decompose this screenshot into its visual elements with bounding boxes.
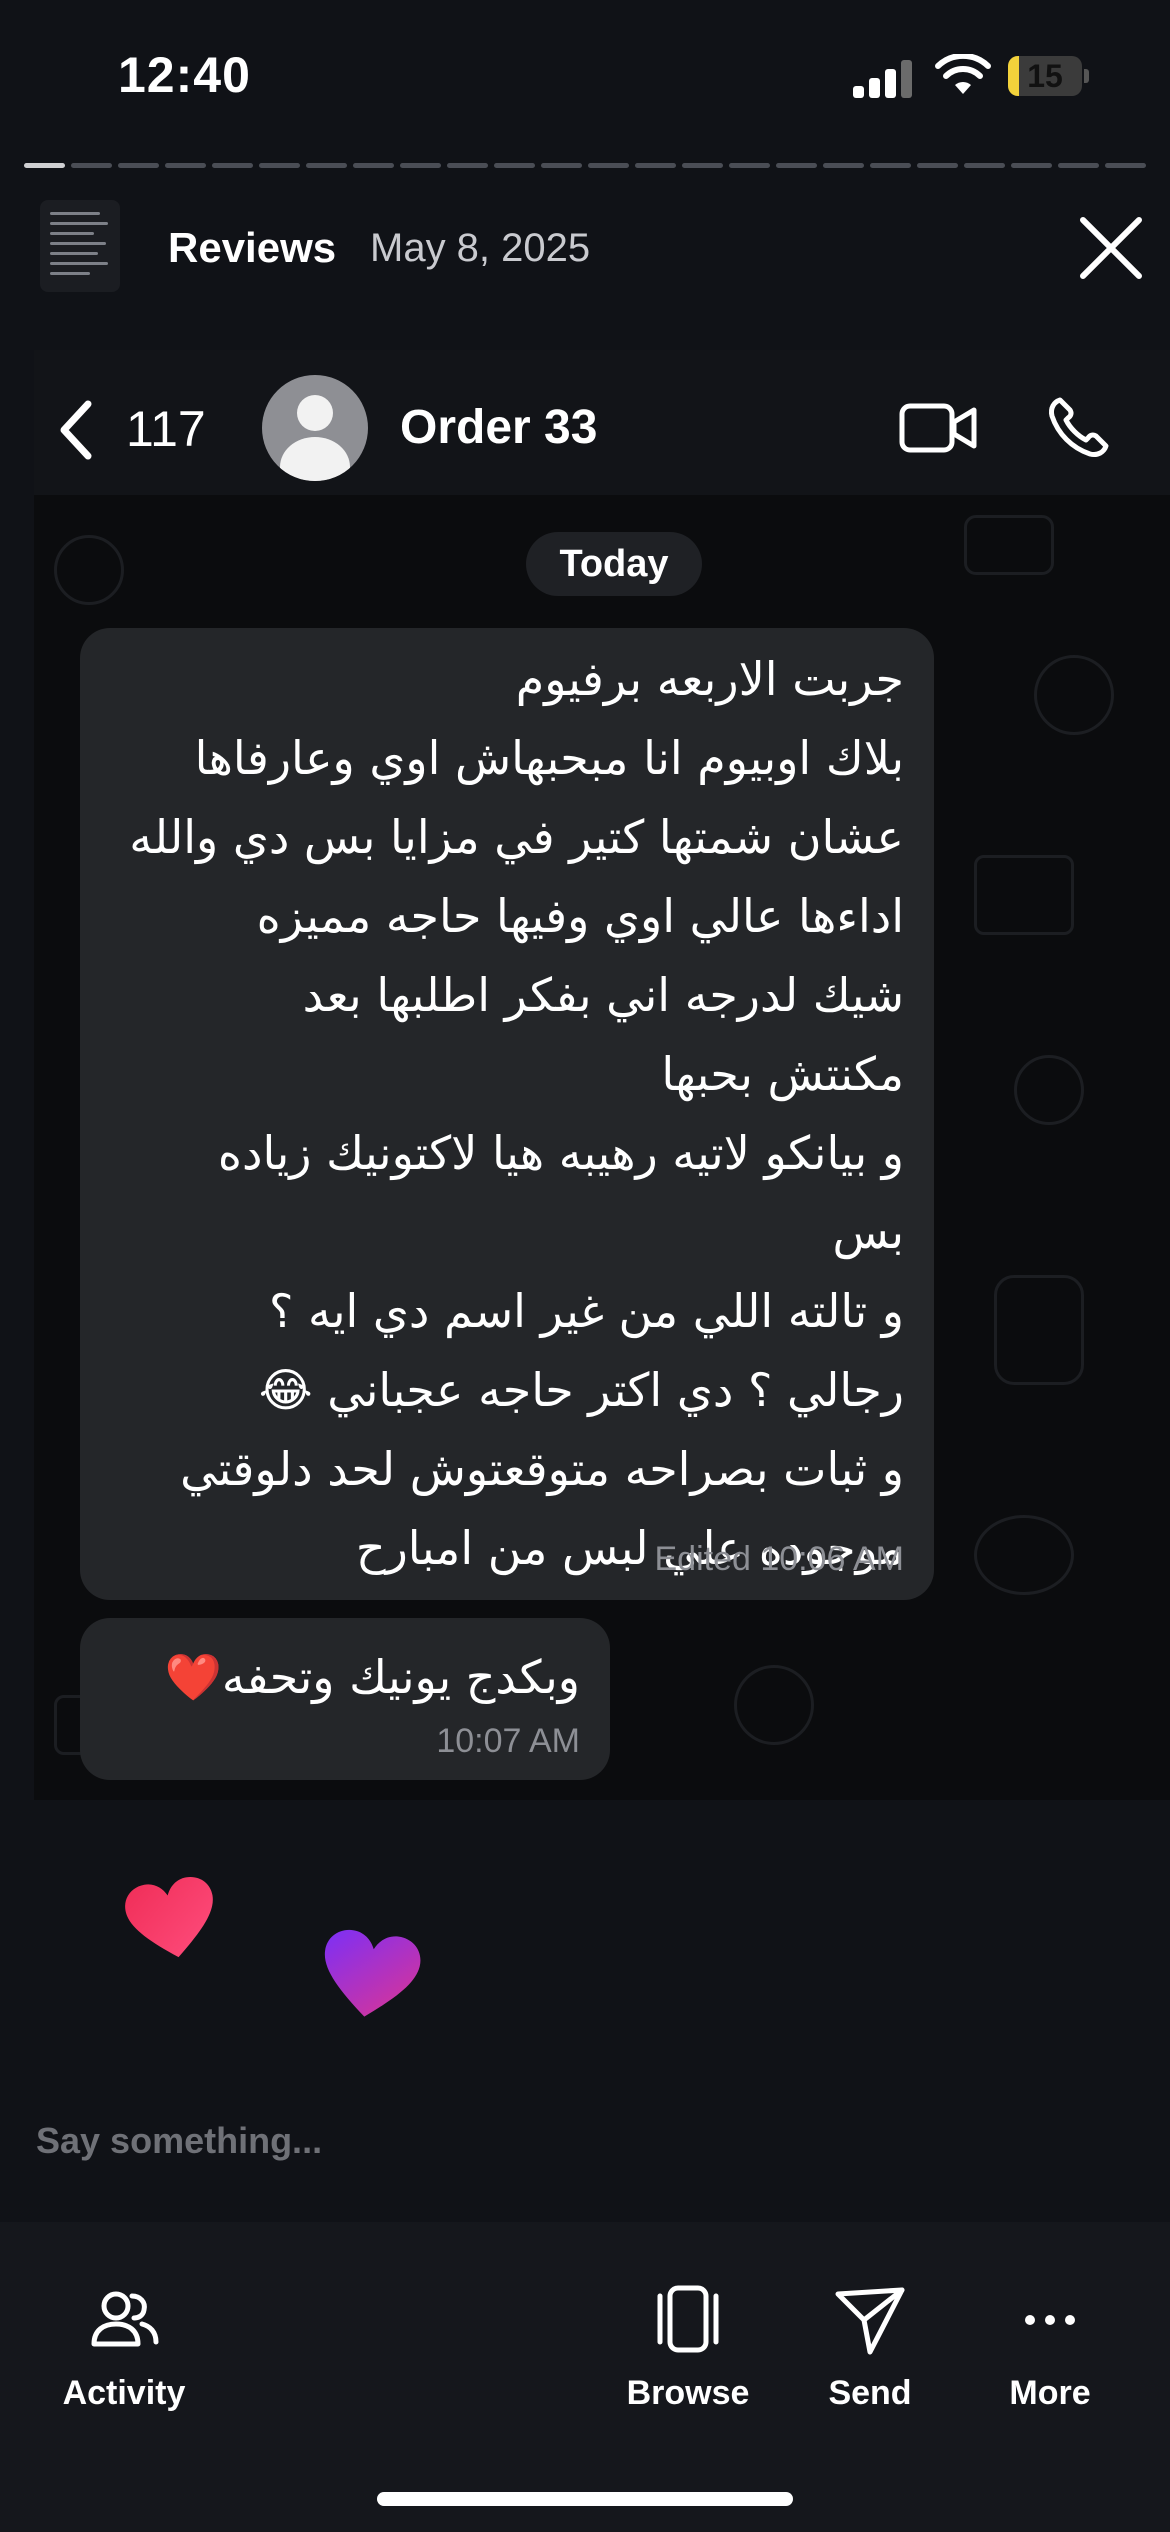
progress-segment [447, 163, 488, 168]
status-time: 12:40 [118, 47, 251, 103]
message-line: و تالته اللي من غير اسم دي ايه ؟ [269, 1284, 904, 1338]
progress-segment [24, 163, 65, 168]
message-line: وبكدج يونيك وتحفه❤️ [164, 1650, 580, 1704]
message-time: 10:06 AM [760, 1540, 904, 1578]
progress-segment [682, 163, 723, 168]
message-bubble[interactable]: جربت الاربعه برفيوم بلاك اوبيوم انا مبحبه… [80, 628, 934, 1600]
message-time: 10:07 AM [436, 1722, 580, 1760]
phone-icon[interactable] [1046, 394, 1112, 460]
message-text: جربت الاربعه برفيوم بلاك اوبيوم انا مبحبه… [104, 640, 904, 1588]
message-line: عشان شمتها كتير في مزايا بس دي والله [129, 810, 904, 864]
heart-icon [324, 1929, 421, 2017]
story-progress [24, 163, 1146, 171]
message-line: جربت الاربعه برفيوم [515, 652, 904, 706]
home-indicator[interactable] [377, 2492, 793, 2506]
progress-segment [259, 163, 300, 168]
progress-segment [635, 163, 676, 168]
message-line: رجالي ؟ دي اكتر حاجه عجباني 😂 [258, 1363, 904, 1417]
message-line: بلاك اوبيوم انا مبحبهاش اوي وعارفاها [194, 731, 904, 785]
close-icon[interactable] [1075, 212, 1147, 284]
progress-segment [212, 163, 253, 168]
battery-icon: 15 [1008, 56, 1089, 96]
message-bubble[interactable]: وبكدج يونيك وتحفه❤️ 10:07 AM [80, 1618, 610, 1780]
battery-percentage: 15 [1027, 58, 1063, 94]
progress-segment [494, 163, 535, 168]
progress-segment [588, 163, 629, 168]
progress-segment [118, 163, 159, 168]
progress-segment [541, 163, 582, 168]
progress-segment [306, 163, 347, 168]
progress-segment [870, 163, 911, 168]
progress-segment [400, 163, 441, 168]
send-button[interactable]: Send [790, 2270, 950, 2430]
progress-segment [776, 163, 817, 168]
activity-label: Activity [62, 2374, 186, 2412]
people-icon [91, 2291, 159, 2347]
heart-icon [125, 1876, 213, 1958]
send-icon [835, 2287, 905, 2355]
progress-segment [1058, 163, 1099, 168]
wifi-icon [935, 54, 991, 94]
story-owner-name[interactable]: Reviews [168, 224, 336, 272]
browse-label: Browse [626, 2374, 750, 2412]
video-call-icon[interactable] [898, 398, 978, 458]
progress-segment [1105, 163, 1146, 168]
edited-label: Edited [654, 1540, 751, 1578]
message-meta: Edited 10:06 AM [654, 1540, 904, 1579]
progress-segment [729, 163, 770, 168]
progress-segment [353, 163, 394, 168]
progress-segment [964, 163, 1005, 168]
message-line: و بيانكو لاتيه رهيبه هيا لاكتونيك زياده [217, 1126, 904, 1180]
story-viewer: 12:40 15 Reviews May 8, 2025 117 Order 3… [0, 0, 1170, 2532]
progress-segment [71, 163, 112, 168]
message-line: و ثبات بصراحه متوقعتوش لحد دلوقتي [180, 1442, 904, 1496]
more-button[interactable]: More [970, 2270, 1130, 2430]
message-line: شيك لدرجه اني بفكر اطلبها بعد [302, 968, 904, 1022]
send-label: Send [828, 2374, 912, 2412]
activity-button[interactable]: Activity [44, 2270, 204, 2430]
cellular-signal-icon [853, 58, 915, 98]
progress-segment [823, 163, 864, 168]
chat-title[interactable]: Order 33 [400, 400, 597, 455]
progress-segment [165, 163, 206, 168]
message-line: اداءها عالي اوي وفيها حاجه مميزه [256, 889, 904, 943]
date-divider: Today [526, 532, 702, 596]
browse-button[interactable]: Browse [608, 2270, 768, 2430]
more-icon [1025, 2315, 1075, 2325]
chevron-left-icon[interactable] [54, 398, 98, 462]
message-line: مكنتش بحبها [661, 1047, 904, 1101]
story-thumbnail[interactable] [40, 200, 120, 292]
message-text: وبكدج يونيك وتحفه❤️ [100, 1638, 580, 1717]
message-line: بس [832, 1205, 904, 1259]
progress-segment [1011, 163, 1052, 168]
back-count[interactable]: 117 [126, 400, 206, 458]
avatar[interactable] [262, 375, 368, 481]
more-label: More [1009, 2374, 1091, 2412]
comment-input[interactable]: Say something... [36, 2120, 322, 2162]
browse-icon [657, 2285, 719, 2353]
progress-segment [917, 163, 958, 168]
story-date: May 8, 2025 [370, 226, 591, 270]
